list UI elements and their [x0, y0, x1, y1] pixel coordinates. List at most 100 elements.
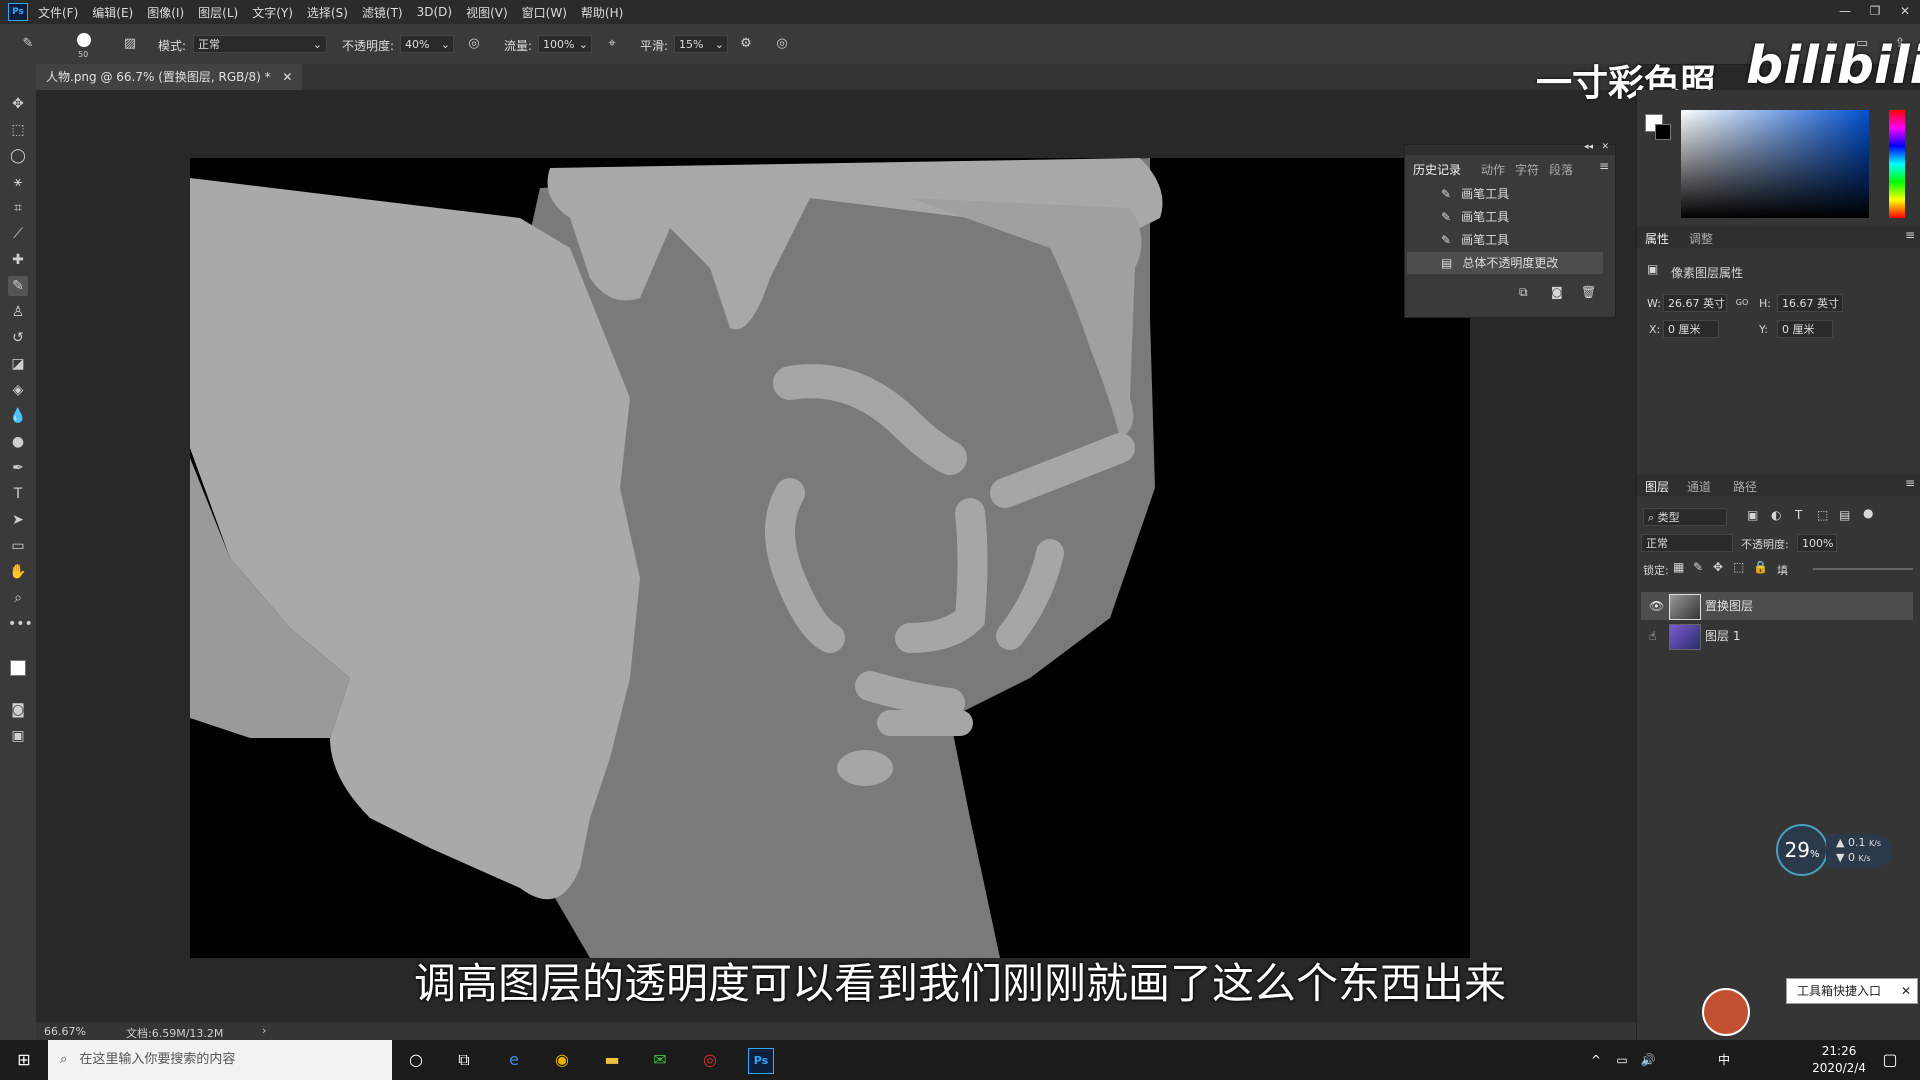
history-item[interactable]: ✎ 画笔工具 [1407, 183, 1603, 205]
close-icon[interactable]: ✕ [1901, 979, 1911, 1003]
shape-filter-icon[interactable]: ⬚ [1817, 508, 1828, 522]
camera-icon[interactable]: ◙ [1551, 285, 1563, 299]
close-icon[interactable]: ✕ [1601, 142, 1609, 152]
panel-menu-icon[interactable]: ≡ [1599, 159, 1609, 173]
opacity-field[interactable]: 40% ⌄ [400, 35, 454, 53]
filter-toggle-icon[interactable]: ● [1863, 506, 1873, 520]
panel-menu-icon[interactable]: ≡ [1905, 228, 1915, 242]
tab-paragraph[interactable]: 段落 [1549, 161, 1573, 178]
smart-object-filter-icon[interactable]: ▤ [1839, 508, 1850, 522]
history-item[interactable]: ✎ 画笔工具 [1407, 206, 1603, 228]
notification-icon[interactable]: ▢ [1878, 1048, 1902, 1072]
menu-help[interactable]: 帮助(H) [581, 4, 623, 21]
adjustment-filter-icon[interactable]: ◐ [1771, 508, 1781, 522]
menu-window[interactable]: 窗口(W) [522, 4, 567, 21]
hue-slider[interactable] [1889, 110, 1905, 218]
layer-filter-select[interactable]: ⌕ 类型 [1643, 508, 1727, 526]
new-document-from-state-icon[interactable]: ⧉ [1519, 285, 1528, 300]
history-item[interactable]: ✎ 画笔工具 [1407, 229, 1603, 251]
tab-adjustments[interactable]: 调整 [1689, 230, 1713, 247]
fill-slider[interactable] [1813, 568, 1913, 570]
brush-tool-preset-icon[interactable]: ✎ [20, 36, 36, 52]
dodge-tool-icon[interactable]: ● [8, 432, 28, 452]
blur-tool-icon[interactable]: 💧 [8, 406, 28, 426]
crop-tool-icon[interactable]: ⌗ [8, 198, 28, 218]
foreground-color-swatch[interactable] [10, 660, 26, 676]
photoshop-taskbar-icon[interactable]: Ps [748, 1048, 774, 1074]
eyedropper-icon[interactable]: ⟋ [8, 224, 28, 244]
close-icon[interactable]: ✕ [1890, 0, 1920, 24]
hand-tool-icon[interactable]: ✋ [8, 562, 28, 582]
minimize-icon[interactable]: — [1830, 0, 1860, 24]
path-selection-icon[interactable]: ➤ [8, 510, 28, 530]
brush-size-picker[interactable] [76, 32, 92, 48]
background-color-swatch[interactable] [1655, 124, 1671, 140]
healing-brush-icon[interactable]: ✚ [8, 250, 28, 270]
mode-select[interactable]: 正常 ⌄ [193, 35, 327, 53]
lock-pixels-icon[interactable]: ✎ [1693, 560, 1703, 574]
file-explorer-icon[interactable]: ▬ [600, 1048, 624, 1072]
menu-filter[interactable]: 滤镜(T) [362, 4, 403, 21]
clone-stamp-icon[interactable]: ♙ [8, 302, 28, 322]
netease-music-icon[interactable]: ◎ [698, 1048, 722, 1072]
avatar[interactable] [1702, 988, 1750, 1036]
pressure-opacity-icon[interactable]: ◎ [466, 36, 482, 52]
wechat-icon[interactable]: ✉ [648, 1048, 672, 1072]
pen-tool-icon[interactable]: ✒ [8, 458, 28, 478]
panel-menu-icon[interactable]: ≡ [1905, 476, 1915, 490]
taskbar-search[interactable]: ⌕ 在这里输入你要搜索的内容 [48, 1040, 392, 1080]
layer-opacity-field[interactable]: 100% [1797, 534, 1837, 552]
height-field[interactable]: 16.67 英寸 [1777, 294, 1843, 312]
more-tools-icon[interactable]: ••• [8, 614, 33, 634]
lock-position-icon[interactable]: ✥ [1713, 560, 1723, 574]
document-tab[interactable]: 人物.png @ 66.7% (置换图层, RGB/8) * ✕ [36, 64, 303, 90]
blend-mode-select[interactable]: 正常 [1641, 534, 1733, 552]
layer-row[interactable]: ☝ 图层 1 [1641, 622, 1913, 650]
menu-file[interactable]: 文件(F) [38, 4, 78, 21]
airbrush-icon[interactable]: ⌖ [604, 36, 620, 52]
tab-layers[interactable]: 图层 [1645, 478, 1669, 495]
smoothing-field[interactable]: 15% ⌄ [674, 35, 728, 53]
edge-icon[interactable]: e [502, 1048, 526, 1072]
tab-channels[interactable]: 通道 [1687, 478, 1711, 495]
eraser-icon[interactable]: ◪ [8, 354, 28, 374]
history-item-selected[interactable]: ▤ 总体不透明度更改 [1407, 252, 1603, 274]
color-field[interactable] [1681, 110, 1869, 218]
rectangle-tool-icon[interactable]: ▭ [8, 536, 28, 556]
type-tool-icon[interactable]: T [8, 484, 28, 504]
chevron-right-icon[interactable]: › [262, 1024, 266, 1037]
marquee-tool-icon[interactable]: ⬚ [8, 120, 28, 140]
history-brush-icon[interactable]: ↺ [8, 328, 28, 348]
panel-grip[interactable]: ◂◂ ✕ [1405, 142, 1615, 155]
magic-wand-icon[interactable]: ⚹ [8, 172, 28, 192]
image-filter-icon[interactable]: ▣ [1747, 508, 1758, 522]
trash-icon[interactable]: 🗑 [1581, 285, 1596, 299]
taskbar-clock[interactable]: 21:26 2020/2/4 [1812, 1043, 1866, 1077]
lock-transparency-icon[interactable]: ▦ [1673, 560, 1684, 574]
close-icon[interactable]: ✕ [282, 70, 292, 84]
menu-select[interactable]: 选择(S) [307, 4, 348, 21]
layer-row-selected[interactable]: 👁 置换图层 [1641, 592, 1913, 620]
toolbox-shortcut-popup[interactable]: 工具箱快捷入口 ✕ [1786, 978, 1918, 1004]
cortana-icon[interactable]: ○ [404, 1048, 428, 1072]
restore-icon[interactable]: ❐ [1860, 0, 1890, 24]
windows-start-icon[interactable]: ⊞ [12, 1048, 36, 1072]
tab-properties[interactable]: 属性 [1645, 230, 1669, 247]
paint-bucket-icon[interactable]: ◈ [8, 380, 28, 400]
tab-paths[interactable]: 路径 [1733, 478, 1757, 495]
collapse-icon[interactable]: ◂◂ [1584, 142, 1593, 152]
lock-artboard-icon[interactable]: ⬚ [1733, 560, 1744, 574]
lock-all-icon[interactable]: 🔒 [1753, 560, 1768, 574]
move-tool-icon[interactable]: ✥ [8, 94, 28, 114]
pressure-size-icon[interactable]: ◎ [774, 36, 790, 52]
link-dimensions-icon[interactable]: GO [1733, 294, 1751, 312]
document-canvas[interactable] [190, 158, 1470, 958]
network-speed-widget[interactable]: 29% ▲ 0.1 K/s ▼ 0 K/s [1776, 824, 1896, 876]
lasso-tool-icon[interactable]: ◯ [8, 146, 28, 166]
brush-panel-toggle-icon[interactable]: ▨ [122, 36, 138, 52]
menu-edit[interactable]: 编辑(E) [92, 4, 133, 21]
ime-indicator[interactable]: 中 [1712, 1048, 1736, 1072]
flow-field[interactable]: 100% ⌄ [538, 35, 592, 53]
y-field[interactable]: 0 厘米 [1777, 320, 1833, 338]
task-view-icon[interactable]: ⧉ [452, 1048, 476, 1072]
